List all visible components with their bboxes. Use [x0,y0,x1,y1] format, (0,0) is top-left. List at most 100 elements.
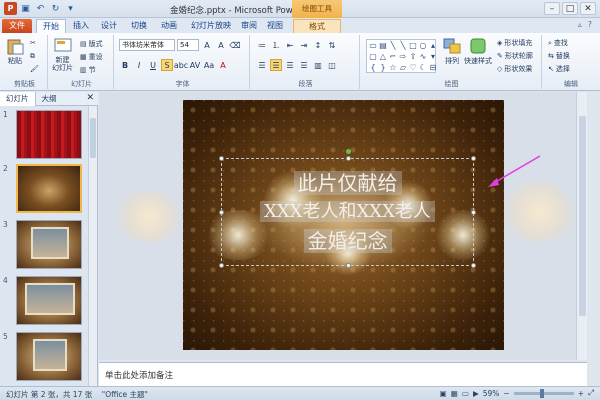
shadow-icon[interactable]: S [161,59,173,71]
shape-expand-icon[interactable]: ⊟ [428,62,438,73]
panel-close-icon[interactable]: ✕ [86,93,94,103]
italic-icon[interactable]: I [133,59,145,71]
underline-icon[interactable]: U [147,59,159,71]
paste-button[interactable]: 粘贴 [5,37,25,66]
tab-format[interactable]: 格式 [293,19,341,33]
zoom-level[interactable]: 59% [483,389,500,398]
zoom-in-icon[interactable]: + [578,389,584,398]
strikethrough-icon[interactable]: abc [174,59,188,71]
reading-view-icon[interactable]: ▭ [462,389,469,398]
title-textbox[interactable]: 此片仅献给 XXX老人和XXX老人 金婚纪念 [219,149,476,268]
smartart-icon[interactable]: ◫ [326,59,338,71]
shape-fill-button[interactable]: ◈ 形状填充 [497,38,532,48]
shape-square-icon[interactable]: □ [408,40,418,51]
shape-curve-icon[interactable]: ∿ [418,51,428,62]
shape-callout-icon[interactable]: ▱ [398,62,408,73]
panel-scrollbar[interactable] [88,106,97,386]
clear-format-icon[interactable]: ⌫ [229,39,241,51]
resize-handle[interactable] [346,156,351,161]
section-button[interactable]: ▥ 节 [80,65,96,75]
rotation-handle[interactable] [346,149,351,154]
grow-font-icon[interactable]: A [201,39,213,51]
resize-handle[interactable] [471,156,476,161]
zoom-slider[interactable] [513,388,574,398]
increase-indent-icon[interactable]: ⇥ [298,39,310,51]
slideshow-view-icon[interactable]: ▶ [473,389,479,398]
slide-thumbnail-2[interactable]: 2 [3,164,82,213]
quick-styles-button[interactable]: 快速样式 [464,37,492,66]
bold-icon[interactable]: B [119,59,131,71]
minimize-ribbon-icon[interactable]: ▵ [578,20,582,29]
replace-button[interactable]: ⇆ 替换 [548,51,570,61]
tab-animations[interactable]: 动画 [156,19,182,33]
new-slide-button[interactable]: 新建 幻灯片 [52,37,73,72]
maximize-icon[interactable]: □ [562,2,578,15]
text-direction-icon[interactable]: ⇅ [326,39,338,51]
resize-handle[interactable] [471,210,476,215]
resize-handle[interactable] [219,210,224,215]
tab-file[interactable]: 文件 [2,19,32,33]
fit-window-icon[interactable]: ⤢ [588,388,594,398]
char-spacing-icon[interactable]: AV [189,59,201,71]
minimize-icon[interactable]: – [544,2,560,15]
tab-transitions[interactable]: 切换 [126,19,152,33]
customize-qat-icon[interactable]: ▾ [64,2,77,15]
shape-arrow2-icon[interactable]: ⇧ [408,51,418,62]
shape-more2-icon[interactable]: ▾ [428,51,438,62]
justify-icon[interactable]: ☰ [298,59,310,71]
change-case-icon[interactable]: Aa [203,59,215,71]
shape-line-icon[interactable]: ╲ [388,40,398,51]
shapes-gallery[interactable]: ▭ ▤ ╲ ╲ □ ○ ▴ ▢ △ ⌐ ⇨ ⇧ ∿ ▾ {} ☆ ▱ ♡ ☾ ⊟ [366,39,436,73]
layout-button[interactable]: ▤ 版式 [80,39,103,49]
shape-rounded-icon[interactable]: ▢ [368,51,378,62]
tab-slides[interactable]: 幻灯片 [0,92,36,106]
shape-effects-button[interactable]: ◇ 形状效果 [497,64,532,74]
slide-thumbnail-4[interactable]: 4 [3,276,82,325]
shape-brace2-icon[interactable]: } [378,62,388,73]
copy-icon[interactable]: ⧉ [30,52,35,61]
tab-review[interactable]: 审阅 [238,19,260,33]
shape-heart-icon[interactable]: ♡ [408,62,418,73]
shape-triangle-icon[interactable]: △ [378,51,388,62]
shape-outline-button[interactable]: ✎ 形状轮廓 [497,51,533,61]
save-icon[interactable]: ▣ [19,2,32,15]
slide-canvas[interactable]: 此片仅献给 XXX老人和XXX老人 金婚纪念 [183,100,504,350]
redo-icon[interactable]: ↻ [49,2,62,15]
close-icon[interactable]: ✕ [580,2,596,15]
shrink-font-icon[interactable]: A [215,39,227,51]
zoom-out-icon[interactable]: − [503,389,509,398]
notes-pane[interactable]: 单击此处添加备注 [99,362,587,386]
tab-outline[interactable]: 大纲 [36,92,63,106]
tab-design[interactable]: 设计 [96,19,122,33]
shape-more-icon[interactable]: ▴ [428,40,438,51]
shape-brace-icon[interactable]: { [368,62,378,73]
decrease-indent-icon[interactable]: ⇤ [284,39,296,51]
resize-handle[interactable] [219,156,224,161]
font-family-select[interactable]: 书体坊米芾体 [119,39,175,51]
shape-text-icon[interactable]: ▤ [378,40,388,51]
editor-scrollbar[interactable] [576,92,587,360]
align-right-icon[interactable]: ☰ [284,59,296,71]
shape-arrow-icon[interactable]: ⇨ [398,51,408,62]
shape-line2-icon[interactable]: ╲ [398,40,408,51]
slide-thumbnail-3[interactable]: 3 [3,220,82,269]
normal-view-icon[interactable]: ▣ [440,389,447,398]
tab-slideshow[interactable]: 幻灯片放映 [186,19,236,33]
find-button[interactable]: ⌕ 查找 [548,38,568,48]
tab-insert[interactable]: 插入 [70,19,92,33]
shape-rect-icon[interactable]: ▭ [368,40,378,51]
shape-star-icon[interactable]: ☆ [388,62,398,73]
align-center-icon[interactable]: ☰ [270,59,282,71]
font-size-select[interactable]: 54 [177,39,199,51]
arrange-button[interactable]: 排列 [442,37,462,66]
resize-handle[interactable] [346,263,351,268]
font-color-icon[interactable]: A [217,59,229,71]
bullets-icon[interactable]: ≔ [256,39,268,51]
tab-view[interactable]: 视图 [264,19,286,33]
slide-thumbnail-1[interactable]: 1 [3,110,82,159]
shape-moon-icon[interactable]: ☾ [418,62,428,73]
sorter-view-icon[interactable]: ▦ [451,389,458,398]
numbering-icon[interactable]: ⒈ [270,39,282,51]
slide-thumbnail-5[interactable]: 5 [3,332,82,381]
undo-icon[interactable]: ↶ [34,2,47,15]
